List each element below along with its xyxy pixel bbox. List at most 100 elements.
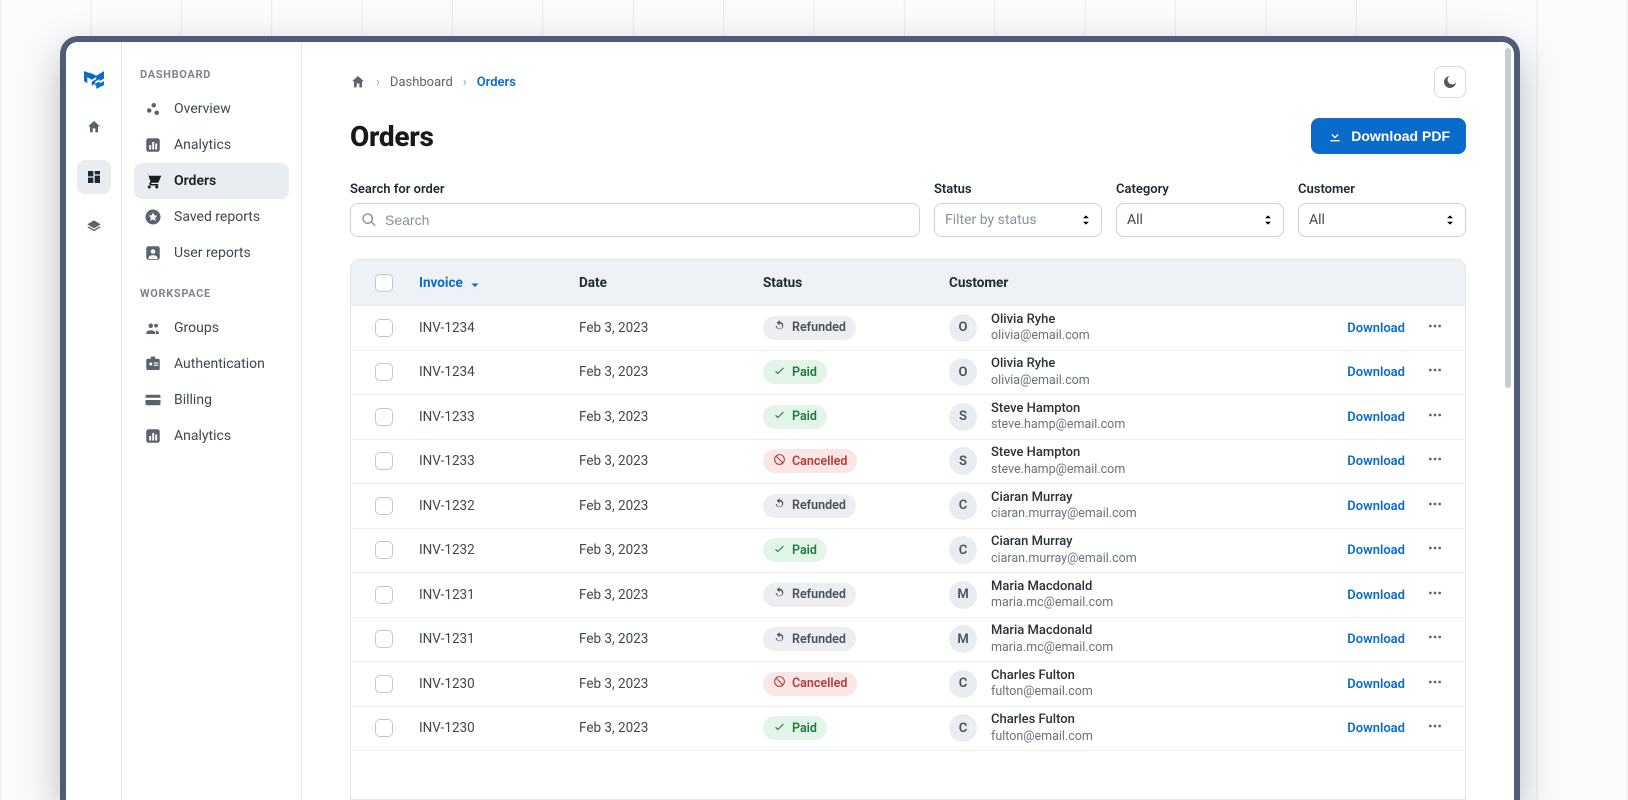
download-link[interactable]: Download	[1347, 588, 1405, 603]
cell-customer: CCharles Fultonfulton@email.com	[949, 668, 1309, 700]
row-checkbox[interactable]	[375, 675, 393, 693]
download-link[interactable]: Download	[1347, 721, 1405, 736]
sidebar-item-billing[interactable]: Billing	[134, 382, 289, 418]
home-icon[interactable]	[350, 74, 366, 90]
sidebar-item-analytics[interactable]: Analytics	[134, 127, 289, 163]
customer-select[interactable]: All	[1298, 203, 1466, 237]
row-menu-button[interactable]	[1427, 318, 1443, 338]
search-input[interactable]	[385, 212, 909, 228]
sidebar-item-analytics-2[interactable]: Analytics	[134, 418, 289, 454]
row-menu-button[interactable]	[1427, 585, 1443, 605]
select-all-checkbox[interactable]	[375, 274, 393, 292]
sidebar-item-orders[interactable]: Orders	[134, 163, 289, 199]
cell-invoice: INV-1230	[419, 676, 579, 692]
table-row: INV-1230Feb 3, 2023PaidCCharles Fultonfu…	[351, 707, 1465, 752]
select-value: All	[1309, 212, 1325, 228]
cell-status: Cancelled	[763, 449, 949, 473]
cell-date: Feb 3, 2023	[579, 409, 763, 425]
sidebar-item-overview[interactable]: Overview	[134, 91, 289, 127]
table-row: INV-1232Feb 3, 2023RefundedCCiaran Murra…	[351, 484, 1465, 529]
chevron-right-icon: ›	[376, 75, 380, 90]
sidebar-item-saved-reports[interactable]: Saved reports	[134, 199, 289, 235]
chevron-right-icon: ›	[463, 75, 467, 90]
customer-email: steve.hamp@email.com	[991, 417, 1125, 433]
customer-email: maria.mc@email.com	[991, 595, 1113, 611]
status-label: Refunded	[792, 320, 846, 335]
download-link[interactable]: Download	[1347, 365, 1405, 380]
sidebar-section-title: DASHBOARD	[140, 68, 283, 81]
row-checkbox[interactable]	[375, 319, 393, 337]
cell-status: Cancelled	[763, 672, 949, 696]
row-menu-button[interactable]	[1427, 407, 1443, 427]
row-menu-button[interactable]	[1427, 362, 1443, 382]
breadcrumb-item[interactable]: Dashboard	[390, 75, 453, 90]
sidebar-item-user-reports[interactable]: User reports	[134, 235, 289, 271]
cell-date: Feb 3, 2023	[579, 453, 763, 469]
status-label: Refunded	[792, 632, 846, 647]
row-checkbox[interactable]	[375, 363, 393, 381]
select-placeholder: Filter by status	[945, 212, 1037, 228]
customer-name: Steve Hampton	[991, 445, 1125, 461]
customer-name: Maria Macdonald	[991, 579, 1113, 595]
column-header-customer[interactable]: Customer	[949, 275, 1309, 291]
download-icon	[1327, 128, 1343, 144]
status-label: Refunded	[792, 498, 846, 513]
row-checkbox[interactable]	[375, 630, 393, 648]
column-header-status[interactable]: Status	[763, 275, 949, 291]
cell-customer: CCiaran Murrayciaran.murray@email.com	[949, 490, 1309, 522]
rail-home-button[interactable]	[77, 110, 111, 144]
category-select[interactable]: All	[1116, 203, 1284, 237]
sidebar: DASHBOARD Overview Analytics Orders Save…	[122, 42, 302, 800]
status-label: Refunded	[792, 587, 846, 602]
title-row: Orders Download PDF	[350, 118, 1466, 154]
row-checkbox[interactable]	[375, 586, 393, 604]
table-row: INV-1231Feb 3, 2023RefundedMMaria Macdon…	[351, 573, 1465, 618]
row-menu-button[interactable]	[1427, 496, 1443, 516]
row-checkbox[interactable]	[375, 452, 393, 470]
star-icon	[144, 208, 162, 226]
status-label: Cancelled	[792, 454, 847, 469]
sidebar-item-authentication[interactable]: Authentication	[134, 346, 289, 382]
cell-status: Paid	[763, 538, 949, 562]
row-menu-button[interactable]	[1427, 674, 1443, 694]
download-link[interactable]: Download	[1347, 499, 1405, 514]
theme-toggle-button[interactable]	[1434, 66, 1466, 98]
avatar: M	[949, 581, 977, 609]
customer-email: olivia@email.com	[991, 373, 1090, 389]
customer-name: Steve Hampton	[991, 401, 1125, 417]
rail-layers-button[interactable]	[77, 210, 111, 244]
scrollbar-track	[1505, 46, 1511, 796]
download-link[interactable]: Download	[1347, 321, 1405, 336]
scrollbar-thumb[interactable]	[1505, 48, 1511, 388]
sidebar-item-groups[interactable]: Groups	[134, 310, 289, 346]
row-menu-button[interactable]	[1427, 540, 1443, 560]
row-checkbox[interactable]	[375, 497, 393, 515]
rail-dashboard-button[interactable]	[77, 160, 111, 194]
customer-name: Olivia Ryhe	[991, 356, 1090, 372]
row-menu-button[interactable]	[1427, 629, 1443, 649]
field-label: Customer	[1298, 182, 1466, 197]
download-link[interactable]: Download	[1347, 543, 1405, 558]
row-checkbox[interactable]	[375, 719, 393, 737]
unfold-icon	[1443, 213, 1457, 227]
row-menu-button[interactable]	[1427, 451, 1443, 471]
status-label: Paid	[792, 365, 817, 380]
status-select[interactable]: Filter by status	[934, 203, 1102, 237]
cell-status: Refunded	[763, 627, 949, 651]
download-link[interactable]: Download	[1347, 454, 1405, 469]
download-link[interactable]: Download	[1347, 677, 1405, 692]
cell-customer: SSteve Hamptonsteve.hamp@email.com	[949, 445, 1309, 477]
download-link[interactable]: Download	[1347, 410, 1405, 425]
more-icon	[1427, 318, 1443, 334]
row-menu-button[interactable]	[1427, 718, 1443, 738]
moon-icon	[1442, 74, 1458, 90]
download-pdf-button[interactable]: Download PDF	[1311, 118, 1466, 154]
table-row: INV-1231Feb 3, 2023RefundedMMaria Macdon…	[351, 618, 1465, 663]
download-link[interactable]: Download	[1347, 632, 1405, 647]
customer-email: steve.hamp@email.com	[991, 462, 1125, 478]
row-checkbox[interactable]	[375, 408, 393, 426]
sidebar-item-label: Authentication	[174, 356, 265, 372]
row-checkbox[interactable]	[375, 541, 393, 559]
column-header-invoice[interactable]: Invoice	[419, 275, 579, 291]
column-header-date[interactable]: Date	[579, 275, 763, 291]
